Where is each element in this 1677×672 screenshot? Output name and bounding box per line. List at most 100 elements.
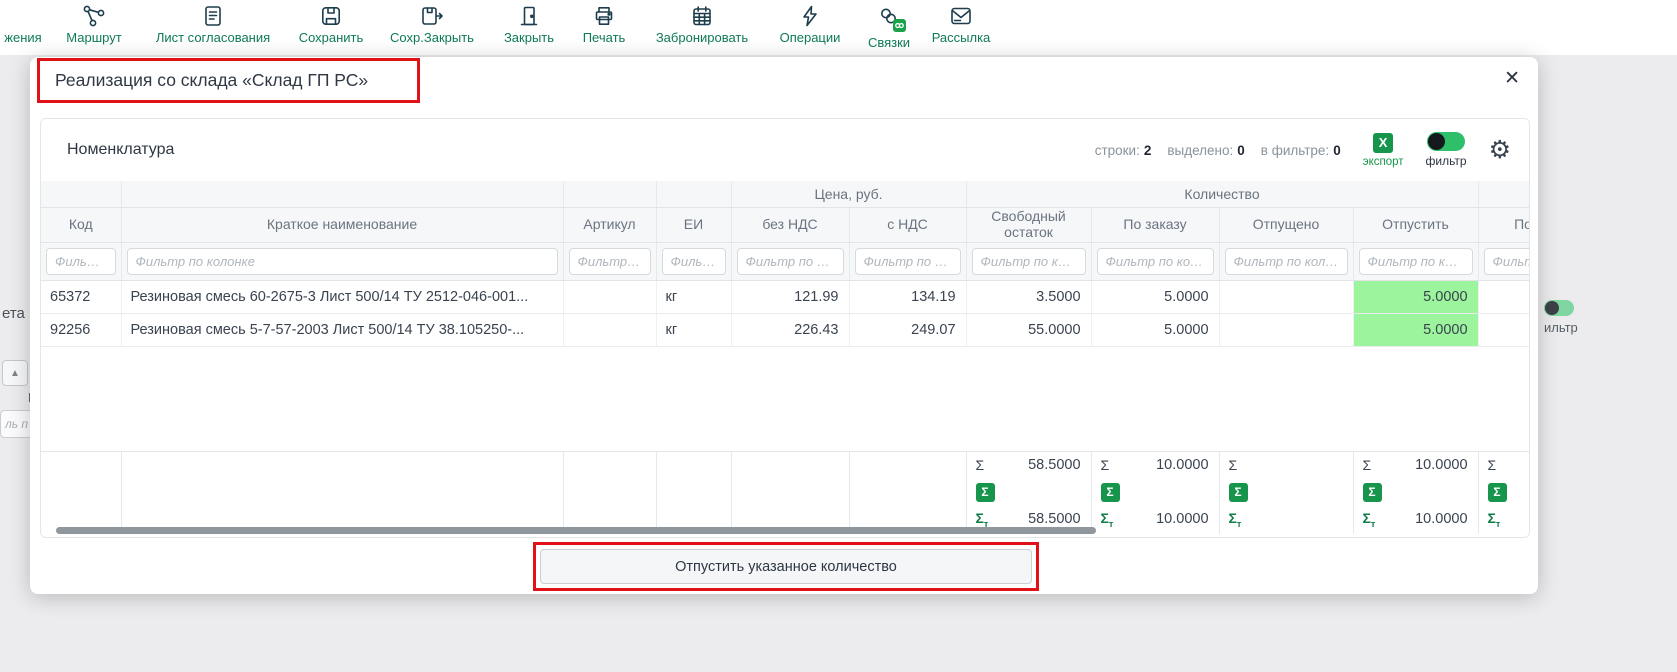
toolbar-item-attachments[interactable]: жения <box>0 4 60 45</box>
total-cell-released: Σ Σ Σт <box>1219 451 1353 534</box>
scrollbar-thumb[interactable] <box>56 527 1096 534</box>
column-header-code[interactable]: Код <box>41 207 121 242</box>
filter-input-released[interactable] <box>1225 248 1348 275</box>
close-icon[interactable]: ✕ <box>1504 69 1520 88</box>
links-badge-icon <box>893 19 906 32</box>
cell-to-release[interactable]: 5.0000 <box>1353 313 1478 346</box>
filter-input-to-release[interactable] <box>1359 248 1473 275</box>
sigma-selected-icon[interactable]: Σ <box>1488 483 1507 502</box>
column-header-released[interactable]: Отпущено <box>1219 207 1353 242</box>
cell-free-stock[interactable]: 55.0000 <box>966 313 1091 346</box>
cell-by-order[interactable]: 5.0000 <box>1091 313 1219 346</box>
filter-input-unit[interactable] <box>662 248 726 275</box>
cell-free-stock[interactable]: 3.5000 <box>966 280 1091 313</box>
cell-price-with-vat[interactable]: 134.19 <box>849 280 966 313</box>
door-close-icon <box>517 4 541 28</box>
cell-price-no-vat[interactable]: 226.43 <box>731 313 849 346</box>
filter-input-po[interactable] <box>1484 248 1530 275</box>
horizontal-scrollbar[interactable] <box>41 526 1529 535</box>
cell-to-release[interactable]: 5.0000 <box>1353 280 1478 313</box>
group-header-row: Цена, руб. Количество <box>41 181 1530 207</box>
toolbar-item-print[interactable]: Печать <box>572 4 636 45</box>
toolbar-item-links[interactable]: Связки <box>858 4 920 50</box>
cell-price-with-vat[interactable]: 249.07 <box>849 313 966 346</box>
sigma-selected-icon[interactable]: Σ <box>1101 483 1120 502</box>
cell-price-no-vat[interactable]: 121.99 <box>731 280 849 313</box>
toolbar-item-approval-sheet[interactable]: Лист согласования <box>140 4 286 45</box>
filter-toggle[interactable]: фильтр <box>1426 132 1467 168</box>
filter-input-price-with-vat[interactable] <box>855 248 961 275</box>
sigma-selected-icon[interactable]: Σ <box>1229 483 1248 502</box>
release-quantity-button[interactable]: Отпустить указанное количество <box>540 549 1032 584</box>
modal-title: Реализация со склада «Склад ГП РС» <box>55 70 368 91</box>
sigma-icon: Σ <box>1101 457 1110 473</box>
toolbar-item-reserve[interactable]: Забронировать <box>646 4 758 45</box>
column-header-name[interactable]: Краткое наименование <box>121 207 563 242</box>
table-row[interactable]: 92256 Резиновая смесь 5-7-57-2003 Лист 5… <box>41 313 1530 346</box>
totals-row: Σ58.5000 Σ Σт58.5000 Σ10.0000 Σ Σт10.000… <box>41 451 1530 534</box>
column-header-po[interactable]: По <box>1478 207 1530 242</box>
cell-by-order[interactable]: 5.0000 <box>1091 280 1219 313</box>
excel-icon: X <box>1373 133 1393 153</box>
cell-article[interactable] <box>563 313 656 346</box>
toolbar-item-operations[interactable]: Операции <box>772 4 848 45</box>
screen: жения Маршрут Лист согласования Сохранит… <box>0 0 1677 672</box>
filter-input-price-no-vat[interactable] <box>737 248 844 275</box>
toolbar-item-route[interactable]: Маршрут <box>56 4 132 45</box>
column-header-price-with-vat[interactable]: с НДС <box>849 207 966 242</box>
excel-export-button[interactable]: X экспорт <box>1363 133 1404 168</box>
column-header-to-release[interactable]: Отпустить <box>1353 207 1478 242</box>
toolbar-item-mailing[interactable]: Рассылка <box>924 4 998 45</box>
calendar-reserve-icon <box>690 4 714 28</box>
filter-input-code[interactable] <box>46 248 116 275</box>
filter-input-name[interactable] <box>127 248 558 275</box>
toolbar-item-label: Рассылка <box>924 30 998 45</box>
cell-unit[interactable]: кг <box>656 313 731 346</box>
column-header-price-no-vat[interactable]: без НДС <box>731 207 849 242</box>
toolbar-item-save-close[interactable]: Сохр.Закрыть <box>382 4 482 45</box>
filter-row <box>41 242 1530 280</box>
toolbar-item-label: Сохранить <box>292 30 370 45</box>
approval-sheet-icon <box>201 4 225 28</box>
cell-name[interactable]: Резиновая смесь 5-7-57-2003 Лист 500/14 … <box>121 313 563 346</box>
column-header-article[interactable]: Артикул <box>563 207 656 242</box>
export-label: экспорт <box>1363 156 1404 168</box>
sigma-selected-icon[interactable]: Σ <box>976 483 995 502</box>
sigma-icon: Σ <box>1363 457 1372 473</box>
filter-input-article[interactable] <box>569 248 651 275</box>
panel-header: Номенклатура строки:2 выделено:0 в фильт… <box>41 119 1529 181</box>
column-header-by-order[interactable]: По заказу <box>1091 207 1219 242</box>
filter-input-free-stock[interactable] <box>972 248 1086 275</box>
background-filter-toggle <box>1544 300 1574 316</box>
cell-name[interactable]: Резиновая смесь 60-2675-3 Лист 500/14 ТУ… <box>121 280 563 313</box>
sigma-icon: Σ <box>1488 457 1497 473</box>
cell-po[interactable] <box>1478 313 1530 346</box>
toolbar-item-close[interactable]: Закрыть <box>494 4 564 45</box>
toolbar-item-label: Сохр.Закрыть <box>382 30 482 45</box>
toggle-knob <box>1428 133 1445 150</box>
cell-code[interactable]: 65372 <box>41 280 121 313</box>
column-header-unit[interactable]: ЕИ <box>656 207 731 242</box>
nomenclature-panel: Номенклатура строки:2 выделено:0 в фильт… <box>40 118 1530 538</box>
realization-modal: Реализация со склада «Склад ГП РС» ✕ Ном… <box>30 57 1538 594</box>
toolbar-item-save[interactable]: Сохранить <box>292 4 370 45</box>
cell-released[interactable] <box>1219 280 1353 313</box>
route-icon <box>82 4 106 28</box>
total-cell-to-release: Σ10.0000 Σ Σт10.0000 <box>1353 451 1478 534</box>
column-header-free-stock[interactable]: Свободный остаток <box>966 207 1091 242</box>
sigma-selected-icon[interactable]: Σ <box>1363 483 1382 502</box>
filter-toggle-label: фильтр <box>1426 154 1467 168</box>
cell-po[interactable] <box>1478 280 1530 313</box>
cell-code[interactable]: 92256 <box>41 313 121 346</box>
gear-icon[interactable]: ⚙ <box>1489 138 1511 163</box>
cell-unit[interactable]: кг <box>656 280 731 313</box>
table-row[interactable]: 65372 Резиновая смесь 60-2675-3 Лист 500… <box>41 280 1530 313</box>
total-cell-by-order: Σ10.0000 Σ Σт10.0000 <box>1091 451 1219 534</box>
cell-article[interactable] <box>563 280 656 313</box>
filter-input-by-order[interactable] <box>1097 248 1214 275</box>
toolbar-item-label: Операции <box>772 30 848 45</box>
total-cell-po: Σ Σ Σт <box>1478 451 1530 534</box>
cell-released[interactable] <box>1219 313 1353 346</box>
toolbar-item-label: Лист согласования <box>140 30 286 45</box>
nomenclature-table: Цена, руб. Количество Код Краткое наимен… <box>41 181 1530 534</box>
